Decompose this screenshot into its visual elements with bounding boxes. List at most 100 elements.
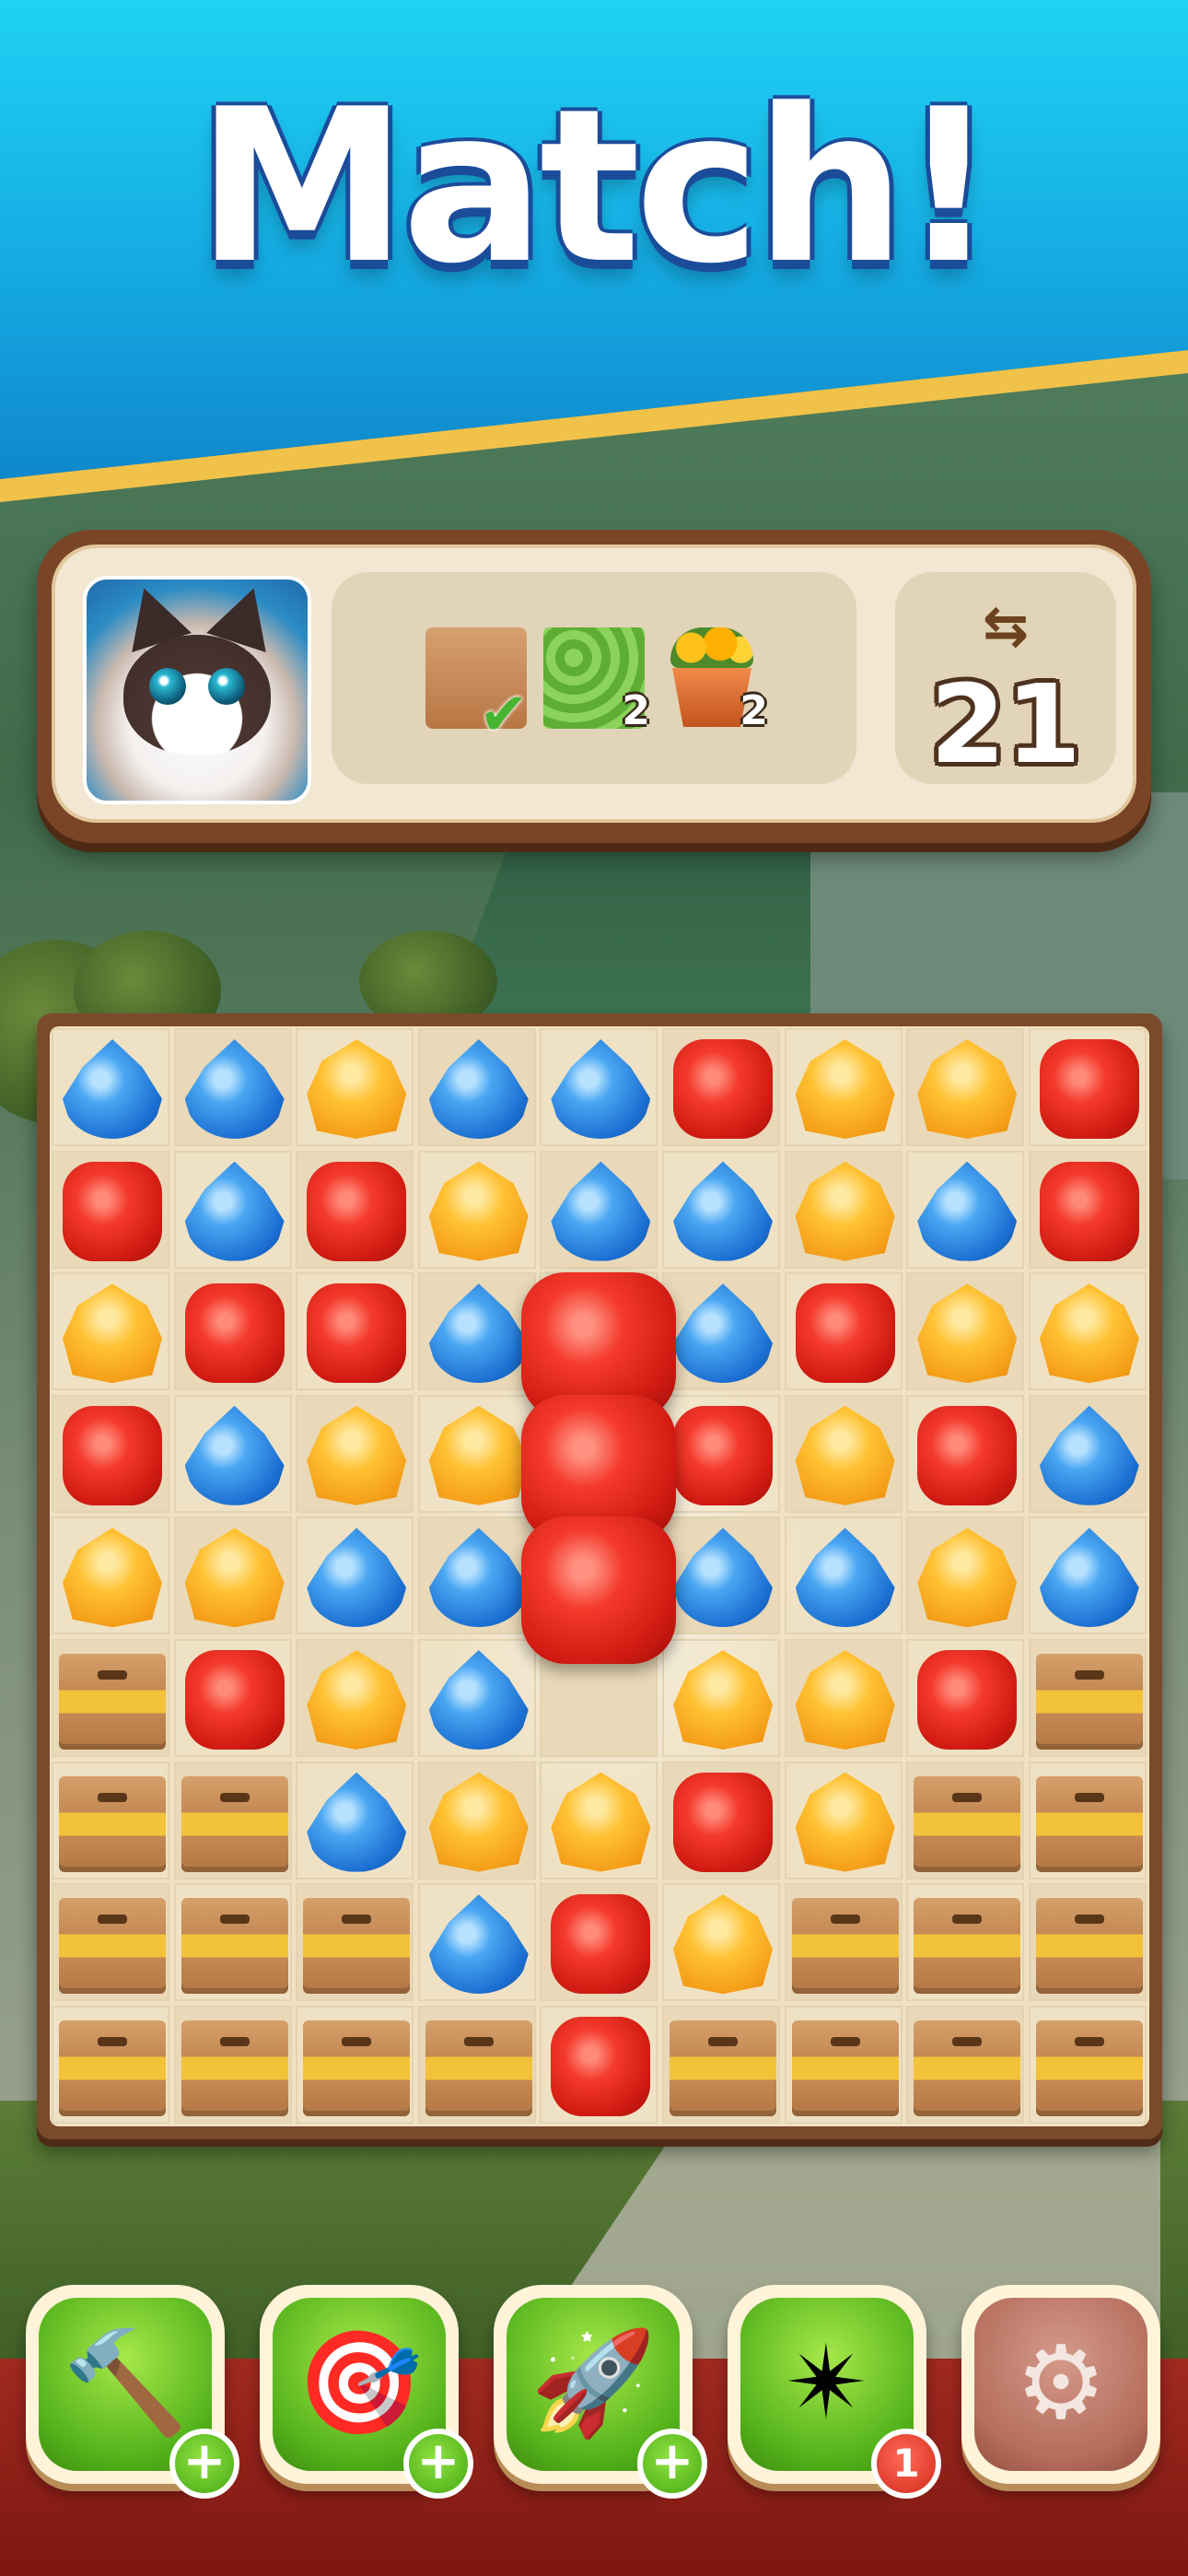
yellow-gem-piece[interactable] (307, 1405, 407, 1505)
board-cell[interactable] (173, 1028, 292, 1146)
cardboard-box-piece[interactable] (425, 2020, 532, 2116)
board-cell[interactable] (173, 1150, 292, 1269)
yellow-gem-piece[interactable] (917, 1283, 1018, 1384)
board-cell[interactable] (417, 1394, 536, 1513)
board-cell[interactable] (417, 1028, 536, 1146)
board-cell[interactable] (540, 1761, 658, 1879)
board-cell[interactable] (296, 1394, 414, 1513)
add-booster-button[interactable]: + (169, 2429, 239, 2499)
yellow-gem-piece[interactable] (428, 1772, 529, 1872)
red-gem-piece[interactable] (1039, 1161, 1139, 1261)
board-cell[interactable] (1028, 1028, 1147, 1146)
board-cell[interactable] (662, 1272, 780, 1391)
cardboard-box-piece[interactable] (1035, 1775, 1143, 1872)
cardboard-box-piece[interactable] (303, 1898, 411, 1995)
blue-drop-piece[interactable] (184, 1039, 285, 1139)
board-cell[interactable] (52, 1150, 169, 1269)
yellow-gem-piece[interactable] (63, 1528, 162, 1628)
cardboard-box-piece[interactable] (1035, 2020, 1143, 2116)
blue-drop-piece[interactable] (673, 1161, 773, 1261)
board-cell[interactable] (417, 1761, 536, 1879)
blue-drop-piece[interactable] (1039, 1528, 1139, 1628)
board-cell[interactable] (784, 1150, 903, 1269)
board-cell[interactable] (52, 1761, 169, 1879)
board-cell[interactable] (296, 1639, 414, 1757)
cardboard-box-piece[interactable] (59, 1898, 166, 1995)
hammer-booster-button[interactable]: 🔨 + (26, 2285, 239, 2499)
board-cell[interactable] (52, 1028, 169, 1146)
board-cell[interactable] (540, 1150, 658, 1269)
board-cell[interactable] (296, 1761, 414, 1879)
board-cell[interactable] (784, 1761, 903, 1879)
board-cell[interactable] (1028, 1883, 1147, 2002)
board-cell[interactable] (540, 1883, 658, 2002)
blue-drop-piece[interactable] (428, 1283, 529, 1384)
blue-drop-piece[interactable] (428, 1650, 529, 1750)
dart-booster-button[interactable]: 🎯 + (260, 2285, 473, 2499)
red-gem-piece[interactable] (63, 1405, 162, 1505)
board-cell[interactable] (1028, 1150, 1147, 1269)
add-booster-button[interactable]: + (403, 2429, 473, 2499)
board-cell[interactable] (52, 1639, 169, 1757)
board-cell[interactable] (662, 1028, 780, 1146)
yellow-gem-piece[interactable] (63, 1283, 162, 1384)
blue-drop-piece[interactable] (428, 1039, 529, 1139)
red-gem-piece[interactable] (551, 2016, 651, 2116)
board-cell[interactable] (296, 1272, 414, 1391)
yellow-gem-piece[interactable] (795, 1039, 895, 1139)
board-cell[interactable] (52, 1516, 169, 1635)
board-cell[interactable] (1028, 1272, 1147, 1391)
board-cell[interactable] (662, 2005, 780, 2124)
board-cell[interactable] (52, 1883, 169, 2002)
board-cell[interactable] (52, 1394, 169, 1513)
board-cell[interactable] (784, 2005, 903, 2124)
board-cell[interactable] (540, 2005, 658, 2124)
cardboard-box-piece[interactable] (791, 2020, 899, 2116)
board-cell[interactable] (1028, 1394, 1147, 1513)
yellow-gem-piece[interactable] (551, 1772, 651, 1872)
board-cell[interactable] (662, 1394, 780, 1513)
cardboard-box-piece[interactable] (59, 2020, 166, 2116)
yellow-gem-piece[interactable] (1039, 1283, 1139, 1384)
board-cell[interactable] (662, 1150, 780, 1269)
cardboard-box-piece[interactable] (303, 2020, 411, 2116)
blue-drop-piece[interactable] (673, 1528, 773, 1628)
board-cell[interactable] (784, 1272, 903, 1391)
board-cell[interactable] (296, 1883, 414, 2002)
board-cell[interactable] (662, 1516, 780, 1635)
cardboard-box-piece[interactable] (1035, 1898, 1143, 1995)
board-cell[interactable] (296, 1028, 414, 1146)
board-cell[interactable] (662, 1883, 780, 2002)
yellow-gem-piece[interactable] (795, 1161, 895, 1261)
board-cell[interactable] (784, 1639, 903, 1757)
board-cell[interactable] (417, 1883, 536, 2002)
board-cell[interactable] (417, 1150, 536, 1269)
yellow-gem-piece[interactable] (673, 1894, 773, 1995)
cardboard-box-piece[interactable] (59, 1654, 166, 1750)
board-cell[interactable] (173, 1394, 292, 1513)
blue-drop-piece[interactable] (63, 1039, 162, 1139)
board-cell[interactable] (1028, 1639, 1147, 1757)
cardboard-box-piece[interactable] (1035, 1654, 1143, 1750)
board-cell[interactable] (906, 1516, 1025, 1635)
cardboard-box-piece[interactable] (181, 2020, 288, 2116)
red-gem-piece[interactable] (673, 1405, 773, 1505)
red-gem-piece[interactable] (307, 1283, 407, 1384)
blue-drop-piece[interactable] (428, 1894, 529, 1995)
yellow-gem-piece[interactable] (307, 1650, 407, 1750)
red-gem-piece[interactable] (307, 1161, 407, 1261)
board-cell[interactable] (662, 1639, 780, 1757)
pinwheel-booster-button[interactable]: ✴ 1 (728, 2285, 941, 2499)
blue-drop-piece[interactable] (795, 1528, 895, 1628)
yellow-gem-piece[interactable] (184, 1528, 285, 1628)
yellow-gem-piece[interactable] (795, 1772, 895, 1872)
board-cell[interactable] (296, 1516, 414, 1635)
rocket-booster-button[interactable]: 🚀 + (494, 2285, 707, 2499)
board-cell[interactable] (784, 1028, 903, 1146)
red-gem-piece[interactable] (184, 1283, 285, 1384)
board-cell[interactable] (906, 1883, 1025, 2002)
board-cell[interactable] (1028, 1516, 1147, 1635)
blue-drop-piece[interactable] (307, 1528, 407, 1628)
board-cell[interactable] (173, 1883, 292, 2002)
board-cell[interactable] (173, 1272, 292, 1391)
